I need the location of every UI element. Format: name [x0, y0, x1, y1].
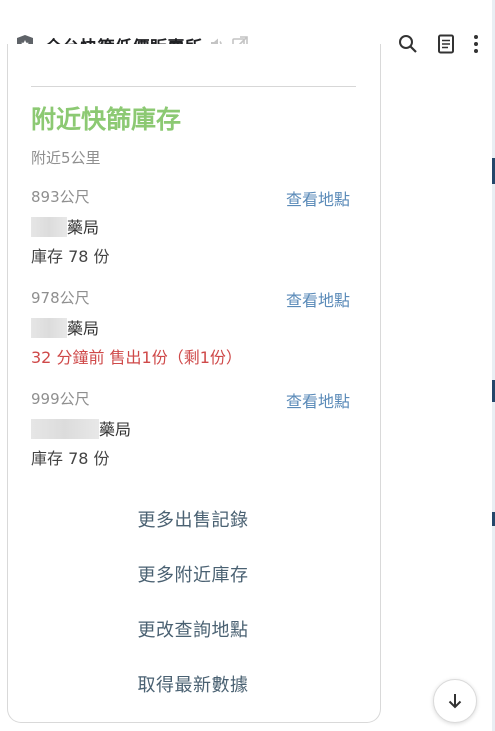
scroll-down-button[interactable]: [433, 679, 477, 723]
section-title: 附近快篩庫存: [31, 105, 182, 134]
store-name-suffix: 藥局: [67, 319, 100, 338]
redacted-name: [31, 318, 67, 338]
reader-icon[interactable]: [437, 34, 455, 54]
sold-status: 32 分鐘前 售出1份（剩1份）: [31, 348, 242, 367]
view-location-link[interactable]: 查看地點: [286, 388, 350, 412]
store-distance: 893公尺: [31, 188, 90, 206]
redacted-name: [31, 419, 99, 439]
stock-status: 庫存 78 份: [31, 449, 110, 468]
radius-label: 附近5公里: [31, 149, 101, 167]
stock-status: 庫存 78 份: [31, 247, 110, 266]
more-icon[interactable]: [471, 34, 481, 54]
store-distance: 999公尺: [31, 390, 90, 408]
refresh-data-button[interactable]: 取得最新數據: [138, 671, 249, 697]
redacted-name: [31, 217, 67, 237]
view-location-link[interactable]: 查看地點: [286, 186, 350, 210]
store-name-suffix: 藥局: [67, 218, 100, 237]
more-sales-button[interactable]: 更多出售記錄: [138, 506, 249, 532]
divider: [31, 86, 356, 87]
search-icon[interactable]: [398, 34, 418, 54]
store-name: 藥局: [31, 315, 99, 339]
store-distance: 978公尺: [31, 289, 90, 307]
store-name: 藥局: [31, 214, 99, 238]
more-stock-button[interactable]: 更多附近庫存: [138, 561, 249, 587]
change-location-button[interactable]: 更改查詢地點: [138, 616, 249, 642]
store-name-suffix: 藥局: [99, 420, 132, 439]
arrow-down-icon: [448, 694, 462, 709]
view-location-link[interactable]: 查看地點: [286, 287, 350, 311]
store-name: 藥局: [31, 416, 131, 440]
